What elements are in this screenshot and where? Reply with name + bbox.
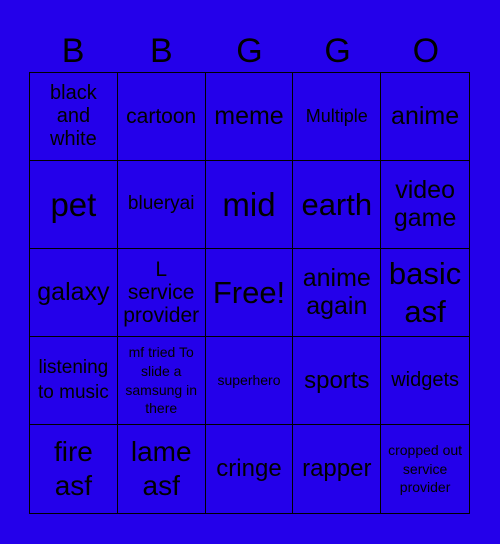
bingo-cell[interactable]: widgets — [381, 337, 469, 425]
bingo-cell[interactable]: pet — [30, 161, 118, 249]
header-letter-g1: G — [236, 32, 263, 70]
bingo-cell[interactable]: video game — [381, 161, 469, 249]
header-letter-b1: B — [61, 32, 85, 70]
bingo-cell[interactable]: mf tried To slide a samsung in there — [117, 337, 206, 425]
bingo-cell[interactable]: cartoon — [117, 73, 206, 161]
bingo-cell[interactable]: listening to music — [30, 337, 118, 425]
bingo-header: B B G G O — [29, 30, 470, 72]
bingo-cell[interactable]: basic asf — [381, 249, 469, 337]
bingo-cell[interactable]: meme — [205, 73, 294, 161]
bingo-cell[interactable]: Multiple — [293, 73, 382, 161]
bingo-cell[interactable]: lame asf — [118, 425, 206, 513]
bingo-cell[interactable]: L service provider — [117, 249, 206, 337]
bingo-cell[interactable]: sports — [293, 337, 382, 425]
bingo-cell[interactable]: mid — [205, 161, 294, 249]
bingo-cell[interactable]: anime — [381, 73, 469, 161]
bingo-cell[interactable]: earth — [293, 161, 382, 249]
bingo-cell[interactable]: blueryai — [117, 161, 206, 249]
header-letter-o: O — [412, 32, 440, 70]
header-letter-g2: G — [324, 32, 351, 70]
free-space[interactable]: Free! — [205, 249, 294, 337]
bingo-cell[interactable]: black and white — [30, 73, 118, 161]
bingo-cell[interactable]: superhero — [205, 337, 294, 425]
bingo-cell[interactable]: cropped out service provider — [381, 425, 469, 513]
bingo-card: black and white cartoon meme Multiple an… — [29, 72, 470, 514]
header-letter-b2: B — [149, 32, 173, 70]
bingo-cell[interactable]: cringe — [206, 425, 294, 513]
bingo-cell[interactable]: rapper — [293, 425, 382, 513]
bingo-cell[interactable]: fire asf — [30, 425, 118, 513]
bingo-cell[interactable]: anime again — [293, 249, 382, 337]
bingo-cell[interactable]: galaxy — [30, 249, 118, 337]
